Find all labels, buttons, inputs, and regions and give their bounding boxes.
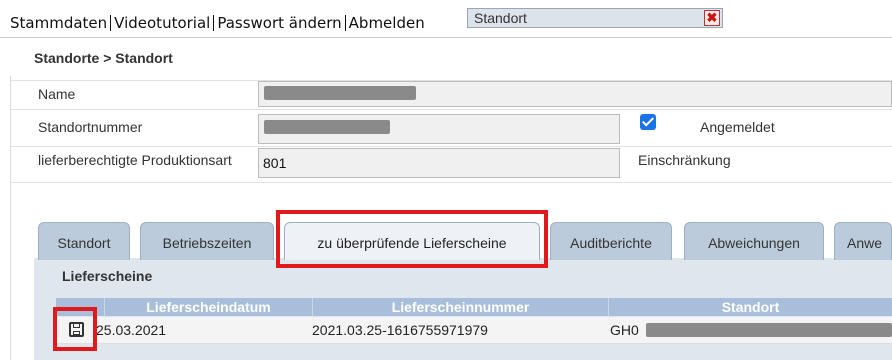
redacted-standort xyxy=(646,323,892,337)
angemeldet-checkbox[interactable] xyxy=(640,114,656,130)
redacted-standortnummer xyxy=(264,120,390,134)
header-cell-action xyxy=(56,298,104,316)
row-divider xyxy=(10,146,892,147)
cell-standort: GH0 xyxy=(610,322,639,338)
header-lieferscheinnummer[interactable]: Lieferscheinnummer xyxy=(312,298,608,316)
redacted-name xyxy=(264,86,416,100)
section-title-lieferscheine: Lieferscheine xyxy=(62,268,153,284)
nav-stammdaten[interactable]: Stammdaten xyxy=(10,14,107,32)
nav-separator xyxy=(110,15,112,31)
nav-passwort-aendern[interactable]: Passwort ändern xyxy=(217,14,341,32)
tab-zu-ueberpruefende-lieferscheine[interactable]: zu überprüfende Lieferscheine xyxy=(284,222,540,260)
table-header: Lieferscheindatum Lieferscheinnummer Sta… xyxy=(56,298,892,316)
header-lieferscheindatum[interactable]: Lieferscheindatum xyxy=(104,298,312,316)
header-standort[interactable]: Standort xyxy=(608,298,892,316)
tab-auditberichte[interactable]: Auditberichte xyxy=(550,222,672,260)
close-icon[interactable]: ✖ xyxy=(704,10,720,26)
row-divider xyxy=(10,109,892,110)
tab-betriebszeiten[interactable]: Betriebszeiten xyxy=(140,222,274,260)
produktionsart-label: lieferberechtigte Produktionsart xyxy=(38,152,232,168)
row-divider xyxy=(10,182,892,183)
cell-lieferscheinnummer: 2021.03.25-1616755971979 xyxy=(312,322,488,338)
top-navigation: Stammdaten Videotutorial Passwort ändern Ab… xyxy=(10,14,425,32)
table-row[interactable]: 25.03.2021 2021.03.25-1616755971979 GH0 xyxy=(56,317,892,344)
save-icon[interactable] xyxy=(69,322,84,337)
breadcrumb: Standorte > Standort xyxy=(34,50,173,66)
tab-anwe[interactable]: Anwe xyxy=(834,222,892,260)
angemeldet-label: Angemeldet xyxy=(700,119,775,135)
nav-separator xyxy=(213,15,215,31)
name-label: Name xyxy=(38,86,76,102)
standortnummer-label: Standortnummer xyxy=(38,119,143,135)
tab-standort[interactable]: Standort xyxy=(38,222,130,260)
nav-videotutorial[interactable]: Videotutorial xyxy=(114,14,210,32)
produktionsart-field[interactable]: 801 xyxy=(258,148,620,178)
cell-lieferscheindatum: 25.03.2021 xyxy=(96,322,167,338)
standort-select[interactable]: Standort xyxy=(467,8,723,28)
nav-abmelden[interactable]: Abmelden xyxy=(349,14,425,32)
nav-separator xyxy=(344,15,346,31)
einschraenkung-label: Einschränkung xyxy=(638,152,731,168)
tab-abweichungen[interactable]: Abweichungen xyxy=(684,222,824,260)
header-divider xyxy=(0,37,892,38)
